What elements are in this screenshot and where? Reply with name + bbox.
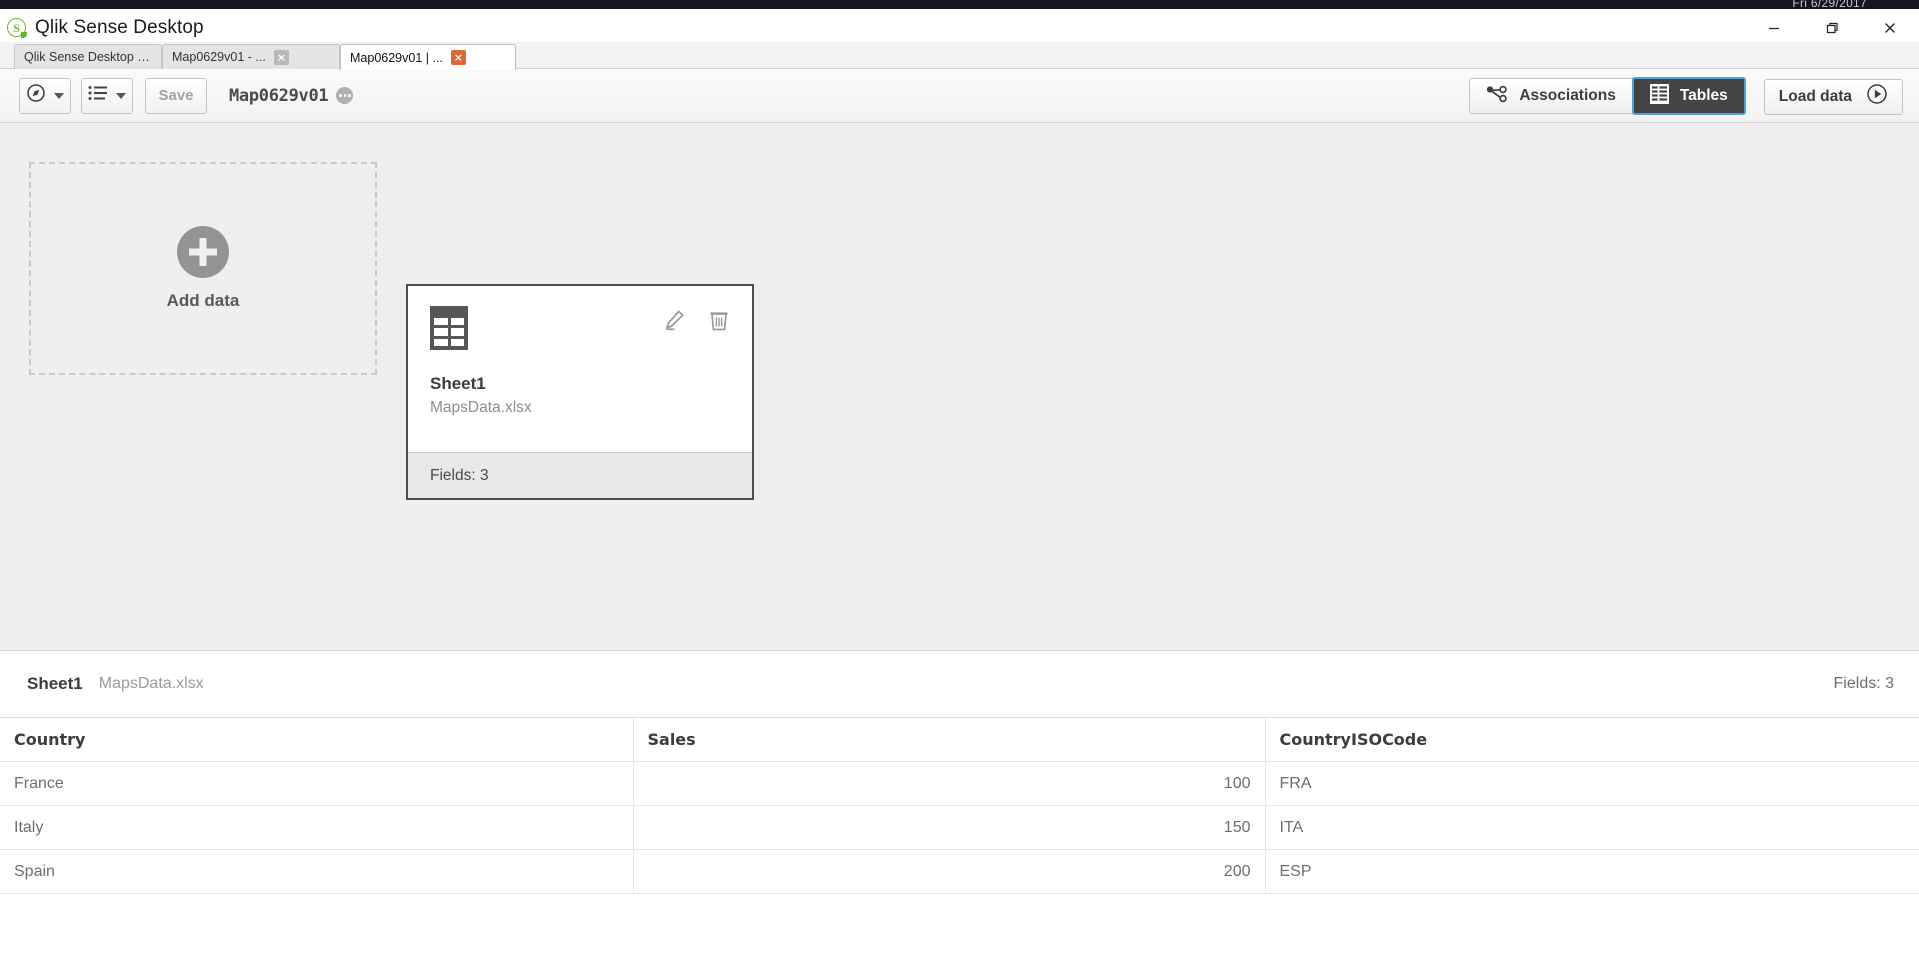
tab-label: Map0629v01 | ...: [350, 50, 443, 65]
tab-close-icon[interactable]: ×: [450, 50, 466, 65]
play-circle-icon: [1866, 83, 1888, 110]
toolbar-right-group: Associations Tables Load data: [1469, 77, 1903, 115]
minimize-button[interactable]: [1745, 9, 1803, 46]
tab-map0629v01-data-manager[interactable]: Map0629v01 - ... ×: [162, 44, 340, 69]
preview-data-table: Country Sales CountryISOCode France 100 …: [0, 717, 1919, 894]
qlik-sense-desktop-window: Fri 6/29/2017 Qlik Sense Desktop: [0, 0, 1919, 972]
cell-country[interactable]: Italy: [0, 805, 634, 850]
table-preview-panel: Sheet1 MapsData.xlsx Fields: 3 Country S…: [0, 650, 1919, 972]
associations-label: Associations: [1519, 87, 1616, 104]
tables-label: Tables: [1679, 87, 1728, 104]
navigation-menu-button[interactable]: [19, 77, 71, 114]
view-mode-segmented-control: Associations Tables: [1469, 77, 1746, 115]
cell-sales[interactable]: 200: [633, 849, 1266, 894]
pencil-icon[interactable]: [662, 308, 686, 337]
save-button[interactable]: Save: [145, 77, 207, 114]
load-data-label: Load data: [1778, 87, 1852, 105]
table-card-body: Sheet1 MapsData.xlsx: [408, 286, 752, 452]
qlik-s-logo-icon: [7, 18, 27, 38]
plus-circle-icon: [177, 226, 229, 278]
cell-country[interactable]: France: [0, 761, 634, 806]
column-header-countryisocode[interactable]: CountryISOCode: [1265, 717, 1919, 762]
column-header-country[interactable]: Country: [0, 717, 634, 762]
maximize-button[interactable]: [1803, 9, 1861, 46]
window-controls: [1745, 9, 1919, 46]
table-row[interactable]: Italy 150 ITA: [0, 805, 1919, 850]
tables-grid-icon: [1649, 83, 1669, 109]
table-card-actions: [662, 308, 730, 337]
table-card-source: MapsData.xlsx: [430, 399, 532, 416]
table-card-fields-count: Fields: 3: [408, 452, 752, 498]
tab-label: Map0629v01 - ...: [172, 50, 266, 64]
document-title-text: Map0629v01: [229, 85, 329, 106]
ellipsis-badge-icon[interactable]: [336, 87, 354, 104]
desktop-background-strip: Fri 6/29/2017: [0, 0, 1919, 10]
column-header-sales[interactable]: Sales: [633, 717, 1266, 762]
table-icon: [430, 306, 468, 350]
load-data-button[interactable]: Load data: [1763, 78, 1903, 115]
window-titlebar: Qlik Sense Desktop: [0, 9, 1919, 46]
preview-fields-count: Fields: 3: [1833, 675, 1894, 692]
cell-iso[interactable]: FRA: [1265, 761, 1919, 806]
table-row[interactable]: Spain 200 ESP: [0, 849, 1919, 894]
list-icon: [88, 85, 108, 106]
tables-button[interactable]: Tables: [1631, 77, 1746, 115]
tab-label: Qlik Sense Desktop hub: [24, 50, 152, 64]
sheets-menu-button[interactable]: [81, 77, 133, 114]
chevron-down-icon: [54, 92, 64, 99]
tab-qlik-sense-desktop-hub[interactable]: Qlik Sense Desktop hub: [14, 44, 162, 69]
cell-country[interactable]: Spain: [0, 849, 634, 894]
preview-title: Sheet1: [27, 674, 83, 693]
tab-map0629v01-active[interactable]: Map0629v01 | ... ×: [340, 44, 516, 70]
cell-sales[interactable]: 100: [633, 761, 1266, 806]
table-row[interactable]: France 100 FRA: [0, 761, 1919, 806]
cell-iso[interactable]: ESP: [1265, 849, 1919, 894]
table-header-row: Country Sales CountryISOCode: [0, 717, 1919, 762]
add-data-label: Add data: [166, 291, 240, 310]
tab-close-icon[interactable]: ×: [273, 49, 289, 65]
preview-source: MapsData.xlsx: [98, 675, 204, 692]
add-data-dropzone[interactable]: Add data: [29, 162, 377, 375]
cell-sales[interactable]: 150: [633, 805, 1266, 850]
table-card-title: Sheet1: [430, 374, 486, 393]
preview-header: Sheet1 MapsData.xlsx Fields: 3: [0, 651, 1919, 717]
main-toolbar: Save Map0629v01 Associations Tables Load…: [0, 69, 1919, 123]
application-title: Qlik Sense Desktop: [35, 16, 204, 38]
cell-iso[interactable]: ITA: [1265, 805, 1919, 850]
chevron-down-icon: [116, 92, 126, 99]
associations-button[interactable]: Associations: [1469, 78, 1633, 114]
compass-icon: [26, 83, 46, 108]
data-table-card-sheet1[interactable]: Sheet1 MapsData.xlsx Fields: 3: [406, 284, 754, 500]
tab-strip: Qlik Sense Desktop hub Map0629v01 - ... …: [0, 42, 1919, 70]
close-button[interactable]: [1861, 9, 1919, 46]
document-title: Map0629v01: [229, 85, 354, 106]
data-manager-workspace: Add data Sheet1 MapsData.xlsx Fields: 3: [0, 123, 1919, 650]
trash-icon[interactable]: [708, 308, 730, 337]
associations-icon: [1486, 85, 1508, 108]
